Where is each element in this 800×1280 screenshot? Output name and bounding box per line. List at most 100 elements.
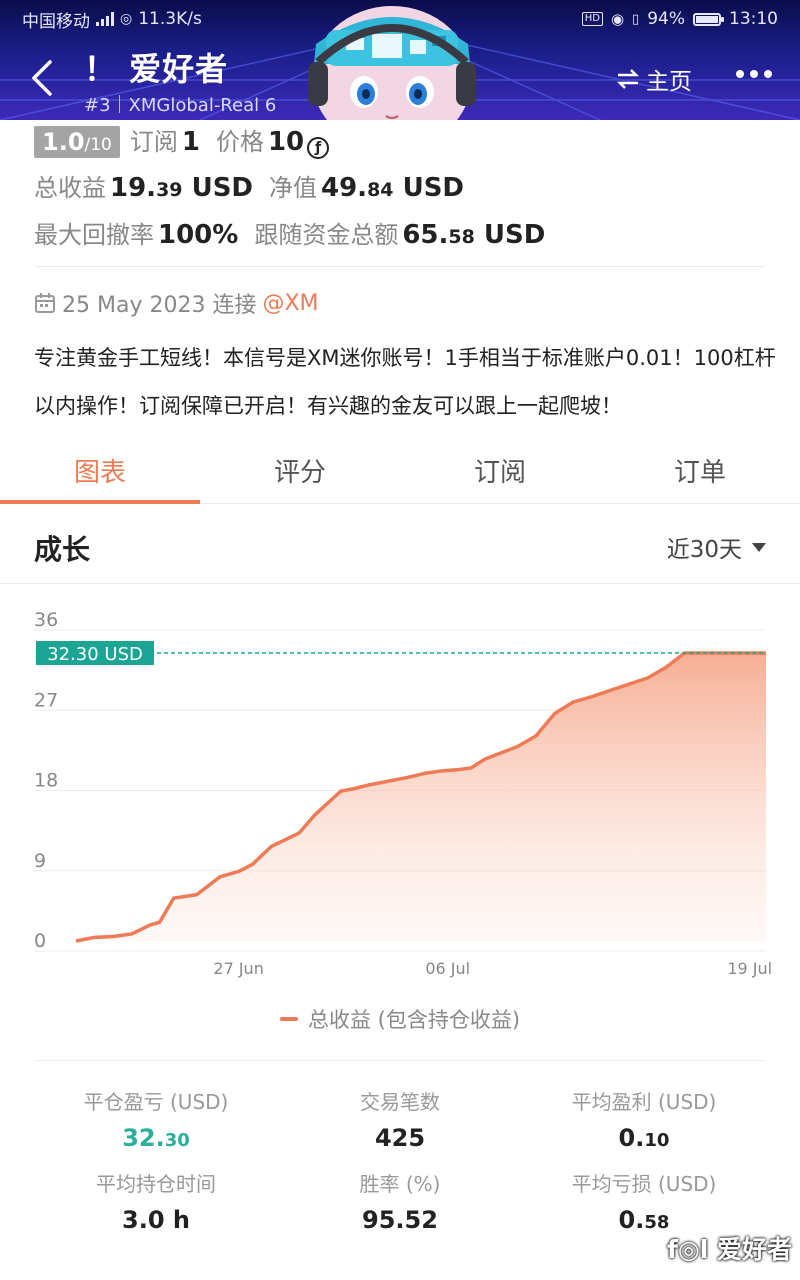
signal-icon <box>96 12 114 26</box>
metric-value-int: 3.0 h <box>122 1206 190 1234</box>
back-button[interactable] <box>28 58 60 98</box>
home-button[interactable]: 主页 <box>616 62 692 96</box>
metric-cell: 交易笔数 425 <box>278 1086 522 1152</box>
equity-int: 49. <box>321 173 368 203</box>
battery-icon <box>693 12 724 26</box>
broker-link[interactable]: @XM <box>262 291 318 316</box>
price-label: 价格 <box>215 128 264 156</box>
signal-description: 专注黄金手工短线！本信号是XM迷你账号！1手相当于标准账户0.01！100杠杆以… <box>34 346 776 418</box>
follow-funds-value: 65.58 USD <box>402 220 545 250</box>
equity-label: 净值 <box>269 174 317 202</box>
metric-cell: 平均亏损 (USD) 0.58 <box>522 1168 766 1234</box>
metric-value: 425 <box>278 1124 522 1152</box>
tab-chart[interactable]: 图表 <box>0 440 200 504</box>
section-title: 成长 <box>34 533 91 566</box>
total-profit-dec: 39 <box>156 179 183 201</box>
growth-chart: 32.30 USD 36 27 18 9 0 27 Jun 06 Jul 19 Jul <box>34 609 772 978</box>
growth-section-header: 成长 近30天 <box>0 504 800 584</box>
header-banner: 中国移动 ◎ 11.3K/s HD ◉ ▯ 94% 13:10 ！ 爱好者 #3… <box>0 0 800 120</box>
metric-label: 交易笔数 <box>360 1090 440 1114</box>
legend-label: 总收益 (包含持仓收益) <box>307 1008 521 1032</box>
current-value-label: 32.30 USD <box>47 644 143 665</box>
metric-label: 平均亏损 (USD) <box>571 1172 717 1196</box>
profit-row: 总收益 19.39 USD 净值 49.84 USD <box>34 168 480 203</box>
price-value: 10 <box>267 127 305 157</box>
metric-value-int: 425 <box>374 1124 426 1152</box>
metric-label: 胜率 (%) <box>359 1172 441 1196</box>
equity-unit: USD <box>402 173 464 203</box>
metrics-grid: 平仓盈亏 (USD) 32.30 交易笔数 425 平均盈利 (USD) 0.10 平均持仓… <box>34 1086 766 1234</box>
y-tick-label: 18 <box>34 770 58 792</box>
carrier-label: 中国移动 <box>22 11 90 32</box>
chart-legend: 总收益 (包含持仓收益) <box>0 1004 800 1034</box>
more-dot-icon <box>764 70 772 78</box>
x-tick-label: 19 Jul <box>727 959 772 978</box>
equity-dec: 84 <box>367 179 394 201</box>
more-menu-button[interactable] <box>736 70 772 78</box>
wifi-icon: ◎ <box>120 11 133 27</box>
follow-funds-int: 65. <box>402 220 449 250</box>
metric-value: 32.30 <box>34 1124 278 1152</box>
range-dropdown-value: 近30天 <box>666 537 742 563</box>
drawdown-label: 最大回撤率 <box>34 221 154 249</box>
divider <box>34 1060 766 1061</box>
subscribe-label: 订阅 <box>129 128 178 156</box>
metric-cell: 平仓盈亏 (USD) 32.30 <box>34 1086 278 1152</box>
home-button-label: 主页 <box>646 69 692 95</box>
metric-cell: 平均盈利 (USD) 0.10 <box>522 1086 766 1152</box>
chevron-left-icon <box>32 60 52 96</box>
y-tick-label: 36 <box>34 609 58 631</box>
follow-funds-unit: USD <box>483 220 546 250</box>
metric-value-dec: 58 <box>644 1212 670 1233</box>
metric-value-int: 0. <box>618 1124 645 1152</box>
battery-percent: 94% <box>647 9 685 29</box>
y-tick-label: 9 <box>34 850 46 872</box>
drawdown-row: 最大回撤率 100% 跟随资金总额 65.58 USD <box>34 215 561 250</box>
total-profit-int: 19. <box>110 173 157 203</box>
status-bar: 中国移动 ◎ 11.3K/s HD ◉ ▯ 94% 13:10 <box>0 0 800 38</box>
rating-badge: 1.0/10 <box>34 126 120 158</box>
network-speed: 11.3K/s <box>138 9 202 29</box>
calendar-icon <box>35 293 55 313</box>
y-tick-label: 0 <box>34 930 46 952</box>
clock: 13:10 <box>729 9 778 29</box>
metric-value: 0.10 <box>522 1124 766 1152</box>
metric-value: 95.52 <box>278 1206 522 1234</box>
tab-bar: 图表 评分 订阅 订单 <box>0 440 800 504</box>
tab-rating[interactable]: 评分 <box>200 440 400 503</box>
metric-value-int: 95.52 <box>362 1206 438 1234</box>
swap-icon <box>616 69 640 89</box>
connect-date: 25 May 2023 连接 @XM <box>34 287 319 319</box>
subscribe-value: 1 <box>181 127 200 157</box>
coin-icon: ƒ <box>307 137 330 159</box>
caret-down-icon <box>752 542 766 552</box>
metric-value-int: 32. <box>122 1124 165 1152</box>
metric-value-dec: 10 <box>644 1130 670 1151</box>
rating-row: 1.0/10 订阅 1 价格 10 ƒ <box>34 122 330 159</box>
hd-icon: HD <box>581 12 603 26</box>
follow-funds-label: 跟随资金总额 <box>254 221 399 249</box>
equity-value: 49.84 USD <box>321 173 464 203</box>
drawdown-value: 100% <box>158 220 239 250</box>
metric-value: 3.0 h <box>34 1206 278 1234</box>
range-dropdown[interactable]: 近30天 <box>667 530 766 564</box>
total-profit-label: 总收益 <box>34 174 106 202</box>
metric-label: 平均盈利 (USD) <box>571 1090 717 1114</box>
rating-value: 1.0 <box>42 128 85 156</box>
watermark: f◎l 爱好者 <box>667 1230 792 1266</box>
watermark-logo: f◎l <box>667 1235 717 1264</box>
metric-value-dec: 30 <box>164 1130 190 1151</box>
more-dot-icon <box>750 70 758 78</box>
x-tick-label: 06 Jul <box>425 959 470 978</box>
legend-swatch <box>279 1017 298 1021</box>
account-subtitle: #3｜XMGlobal-Real 6 <box>84 95 277 116</box>
connect-date-text: 25 May 2023 连接 <box>62 293 257 318</box>
x-tick-label: 27 Jun <box>213 959 263 978</box>
tab-subscribe[interactable]: 订阅 <box>400 440 600 503</box>
follow-funds-dec: 58 <box>448 226 475 248</box>
metric-cell: 平均持仓时间 3.0 h <box>34 1168 278 1234</box>
tab-orders[interactable]: 订单 <box>600 440 800 503</box>
metric-label: 平均持仓时间 <box>96 1172 216 1196</box>
page-title: ！ 爱好者 <box>84 50 229 88</box>
rating-max: /10 <box>84 135 112 155</box>
